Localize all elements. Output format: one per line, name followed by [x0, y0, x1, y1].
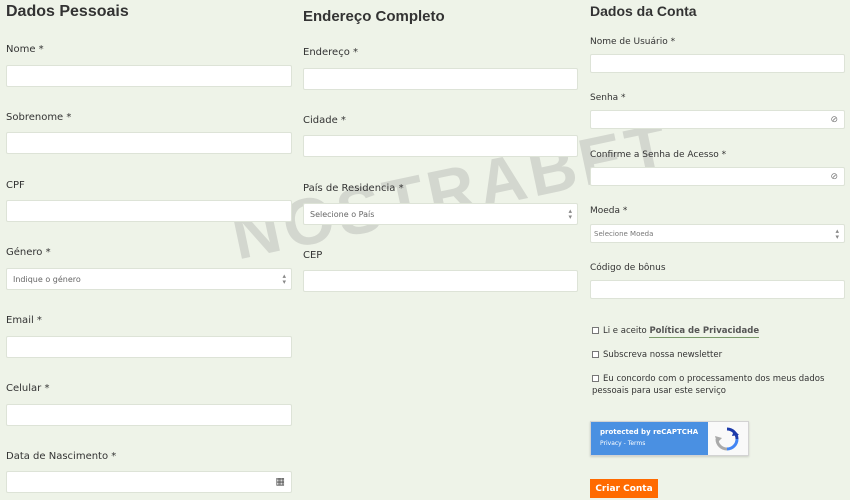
senha-label: Senha *	[590, 93, 626, 103]
usuario-input[interactable]	[590, 54, 845, 73]
recaptcha-icon	[715, 427, 739, 451]
account-heading: Dados da Conta	[590, 3, 697, 19]
nascimento-label: Data de Nascimento *	[6, 451, 117, 462]
usuario-label: Nome de Usuário *	[590, 37, 676, 47]
newsletter-checkbox[interactable]	[592, 351, 599, 358]
processing-checkbox[interactable]	[592, 375, 599, 382]
nome-label: Nome *	[6, 44, 44, 55]
processing-check-text: Eu concordo com o processamento dos meus…	[592, 374, 825, 396]
bonus-label: Código de bônus	[590, 263, 666, 273]
genero-select[interactable]: Indique o género ▴ ▾	[6, 268, 292, 290]
email-label: Email *	[6, 315, 42, 326]
cpf-label: CPF	[6, 180, 25, 191]
celular-input[interactable]	[6, 404, 292, 426]
sobrenome-input[interactable]	[6, 132, 292, 154]
recaptcha-widget[interactable]: protected by reCAPTCHA Privacy - Terms	[590, 421, 749, 456]
pais-select[interactable]: Selecione o País ▴ ▾	[303, 203, 578, 225]
processing-check-row: Eu concordo com o processamento dos meus…	[592, 373, 827, 397]
privacy-check-text: Li e aceito	[603, 326, 647, 336]
endereco-label: Endereço *	[303, 47, 358, 58]
confirm-senha-input[interactable]: ⊘	[590, 167, 845, 186]
sobrenome-label: Sobrenome *	[6, 112, 72, 123]
moeda-label: Moeda *	[590, 206, 628, 216]
privacy-check-row: Li e aceito Política de Privacidade	[592, 325, 760, 338]
privacy-checkbox[interactable]	[592, 327, 599, 334]
genero-label: Género *	[6, 247, 51, 258]
watermark-logo: NOSTRABET	[225, 108, 678, 274]
nome-input[interactable]	[6, 65, 292, 87]
nascimento-input[interactable]: ▦	[6, 471, 292, 493]
recaptcha-badge: protected by reCAPTCHA Privacy - Terms	[591, 422, 708, 455]
cpf-input[interactable]	[6, 200, 292, 222]
senha-input[interactable]: ⊘	[590, 110, 845, 129]
eye-slash-icon[interactable]: ⊘	[830, 172, 838, 182]
moeda-select[interactable]: Selecione Moeda ▴ ▾	[590, 224, 845, 243]
select-arrows-icon: ▴ ▾	[835, 226, 839, 241]
pais-label: País de Residencia *	[303, 183, 404, 194]
eye-slash-icon[interactable]: ⊘	[830, 115, 838, 125]
genero-select-value: Indique o género	[13, 274, 81, 284]
cidade-label: Cidade *	[303, 115, 346, 126]
select-arrows-icon: ▴ ▾	[282, 272, 286, 286]
recaptcha-links[interactable]: Privacy - Terms	[600, 440, 708, 447]
select-arrows-icon: ▴ ▾	[568, 207, 572, 221]
create-account-button[interactable]: Criar Conta	[590, 479, 658, 498]
privacy-policy-link[interactable]: Política de Privacidade	[649, 326, 760, 338]
celular-label: Celular *	[6, 383, 50, 394]
calendar-icon[interactable]: ▦	[276, 477, 285, 488]
cep-input[interactable]	[303, 270, 578, 292]
newsletter-check-text: Subscreva nossa newsletter	[603, 350, 723, 360]
confirm-senha-label: Confirme a Senha de Acesso *	[590, 150, 727, 160]
bonus-input[interactable]	[590, 280, 845, 299]
moeda-select-value: Selecione Moeda	[594, 229, 654, 238]
personal-data-heading: Dados Pessoais	[6, 3, 129, 20]
pais-select-value: Selecione o País	[310, 209, 375, 219]
recaptcha-text: protected by reCAPTCHA	[600, 428, 699, 436]
email-input[interactable]	[6, 336, 292, 358]
cidade-input[interactable]	[303, 135, 578, 157]
newsletter-check-row: Subscreva nossa newsletter	[592, 349, 722, 361]
address-heading: Endereço Completo	[303, 8, 445, 25]
cep-label: CEP	[303, 250, 323, 261]
endereco-input[interactable]	[303, 68, 578, 90]
